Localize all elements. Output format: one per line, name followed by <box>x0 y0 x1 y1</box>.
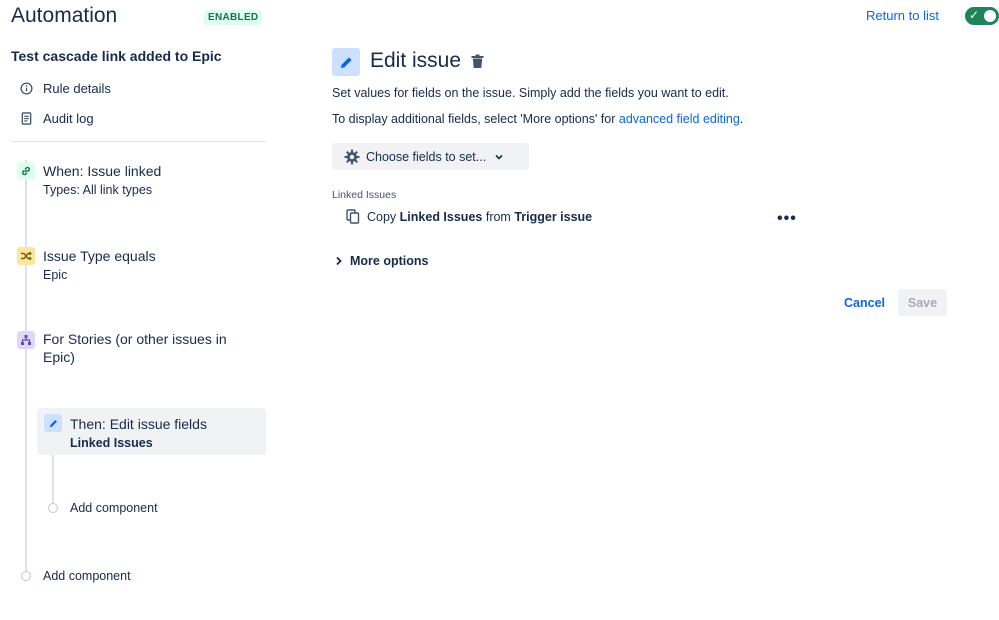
check-icon: ✓ <box>969 8 980 22</box>
cancel-button[interactable]: Cancel <box>838 289 891 316</box>
more-options-label: More options <box>350 254 429 268</box>
field-row-linked-issues: Copy Linked Issues from Trigger issue <box>346 209 592 224</box>
save-button[interactable]: Save <box>898 289 947 316</box>
rule-enabled-toggle[interactable]: ✓ <box>965 7 999 25</box>
step-branch-title-line2: Epic) <box>43 349 75 365</box>
document-icon <box>18 111 34 125</box>
add-component-outer-button[interactable]: Add component <box>43 569 131 583</box>
copy-icon <box>346 209 360 224</box>
more-actions-icon[interactable]: ••• <box>777 210 797 228</box>
chevron-right-icon <box>335 256 343 266</box>
status-badge: ENABLED <box>204 10 263 25</box>
description-suffix: . <box>739 112 744 126</box>
add-component-inner-button[interactable]: Add component <box>70 501 158 515</box>
gear-icon <box>344 149 360 165</box>
step-trigger-subtitle: Types: All link types <box>43 183 153 197</box>
panel-title: Edit issue <box>370 49 462 72</box>
more-options-toggle[interactable]: More options <box>335 254 428 268</box>
sidebar-divider <box>11 141 266 142</box>
link-icon <box>17 162 35 180</box>
field-copy-middle: from <box>485 209 511 224</box>
hierarchy-icon <box>17 331 35 349</box>
description-text: To display additional fields, select 'Mo… <box>332 112 619 126</box>
step-branch-title[interactable]: For Stories (or other issues in <box>43 331 227 347</box>
step-action-subtitle: Linked Issues <box>70 436 153 450</box>
step-trigger-title[interactable]: When: Issue linked <box>43 163 161 179</box>
choose-fields-dropdown[interactable]: Choose fields to set... <box>332 143 529 170</box>
toggle-knob <box>984 10 996 22</box>
chevron-down-icon <box>494 152 504 162</box>
edit-issue-icon <box>332 48 360 76</box>
nav-label: Audit log <box>43 110 94 126</box>
trash-icon[interactable] <box>471 54 484 74</box>
shuffle-icon <box>17 247 35 265</box>
nav-label: Rule details <box>43 80 111 96</box>
info-icon <box>18 81 34 95</box>
nav-rule-details[interactable]: Rule details <box>18 78 111 98</box>
return-to-list-link[interactable]: Return to list <box>866 8 939 23</box>
advanced-field-editing-link[interactable]: advanced field editing <box>619 112 740 126</box>
step-condition-subtitle: Epic <box>43 268 68 282</box>
add-component-dot <box>21 571 31 581</box>
step-condition-title[interactable]: Issue Type equals <box>43 248 156 264</box>
app-title: Automation <box>11 4 118 27</box>
field-copy-field: Linked Issues <box>399 209 483 224</box>
field-copy-text: Copy <box>367 209 397 224</box>
add-component-dot <box>48 503 58 513</box>
choose-fields-label: Choose fields to set... <box>366 149 487 164</box>
field-section-label: Linked Issues <box>332 189 397 201</box>
nav-audit-log[interactable]: Audit log <box>18 108 94 128</box>
field-copy-source: Trigger issue <box>514 209 593 224</box>
rule-flow-line <box>25 160 27 580</box>
panel-description-advanced: To display additional fields, select 'Mo… <box>332 112 743 126</box>
pencil-icon <box>44 414 62 432</box>
rule-name: Test cascade link added to Epic <box>11 48 222 64</box>
panel-description: Set values for fields on the issue. Simp… <box>332 86 729 100</box>
step-action-title[interactable]: Then: Edit issue fields <box>70 416 207 432</box>
